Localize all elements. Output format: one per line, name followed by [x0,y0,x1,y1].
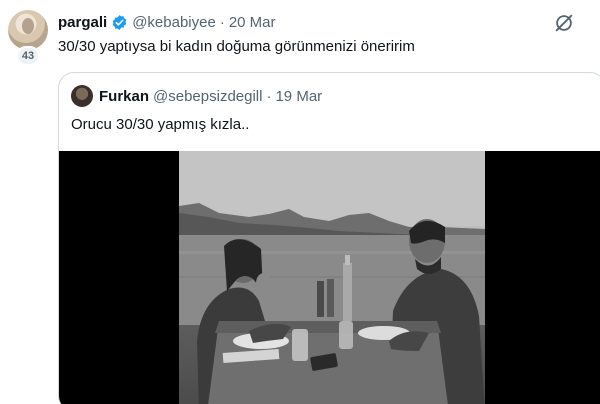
quote-header: Furkan @sebepsizdegill · 19 Mar [71,85,322,107]
author-avatar-container[interactable]: 43 [8,10,48,66]
photo[interactable] [179,151,485,404]
quote-header-separator: · [266,87,272,105]
tweet-header: pargali @kebabiyee · 20 Mar [58,11,276,33]
avatar[interactable] [8,10,48,50]
avatar-count-badge: 43 [16,46,40,66]
quote-handle[interactable]: @sebepsizdegill [153,88,262,105]
quote-avatar[interactable] [71,85,93,107]
quote-display-name[interactable]: Furkan [99,88,149,105]
quote-media[interactable] [59,151,600,404]
mute-icon[interactable] [553,12,575,34]
tweet-text: 30/30 yaptıysa bi kadın doğuma görünmeni… [58,38,415,55]
verified-badge-icon [111,14,128,31]
header-separator: · [219,13,225,31]
quote-date[interactable]: 19 Mar [275,88,322,105]
quote-text: Orucu 30/30 yapmış kızla.. [71,116,250,133]
photo-scene [179,151,485,404]
author-handle[interactable]: @kebabiyee [132,14,216,31]
quoted-tweet-card[interactable]: Furkan @sebepsizdegill · 19 Mar Orucu 30… [58,72,600,404]
author-display-name[interactable]: pargali [58,14,107,31]
tweet-date[interactable]: 20 Mar [229,14,276,31]
